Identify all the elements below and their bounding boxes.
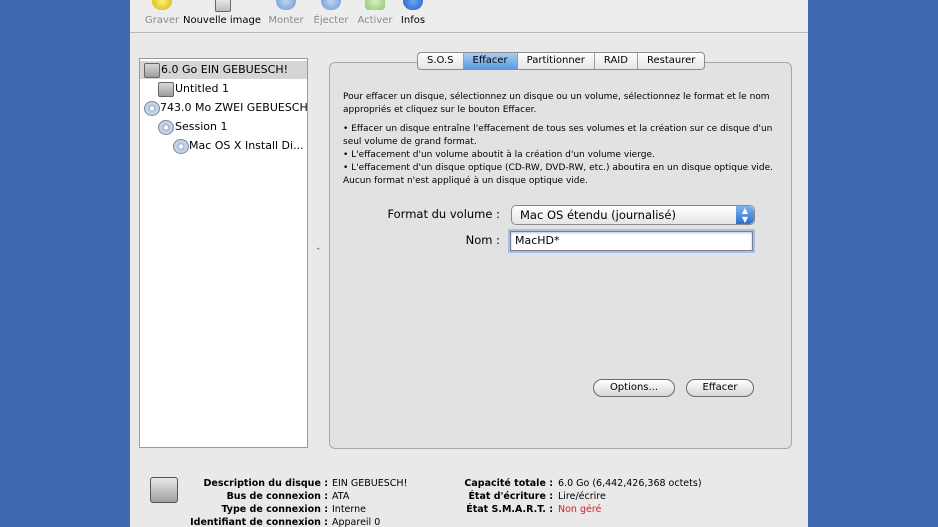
info-icon: [403, 0, 423, 10]
enable-journaling-label: Activer: [357, 15, 393, 26]
new-image-icon: [215, 0, 231, 12]
new-image-button[interactable]: Nouvelle image: [182, 0, 262, 32]
smart-status-value: Non géré: [558, 504, 602, 515]
hard-disk-icon: [150, 477, 178, 503]
splitter-handle[interactable]: ˆ: [316, 248, 321, 258]
disk-list-item[interactable]: Untitled 1: [140, 80, 307, 98]
info-key: État d'écriture :: [468, 491, 553, 502]
volume-icon: [158, 82, 174, 97]
optical-disc-icon: [144, 101, 160, 116]
erase-description: Pour effacer un disque, sélectionnez un …: [343, 91, 783, 188]
info-key: Identifiant de connexion :: [190, 517, 328, 527]
mount-button[interactable]: Monter: [266, 0, 306, 32]
burn-icon: [152, 0, 172, 10]
info-key: Bus de connexion :: [226, 491, 328, 502]
toolbar: Graver Nouvelle image Monter Éjecter Act…: [130, 0, 808, 33]
tab-restore[interactable]: Restaurer: [638, 53, 704, 69]
eject-label: Éjecter: [313, 15, 349, 26]
mount-label: Monter: [268, 15, 304, 26]
info-button[interactable]: Infos: [396, 0, 430, 32]
info-key: État S.M.A.R.T. :: [466, 504, 553, 515]
disk-list-item[interactable]: 6.0 Go EIN GEBUESCH!: [140, 61, 307, 79]
tab-bar: S.O.S Effacer Partitionner RAID Restaure…: [417, 52, 706, 70]
enable-journaling-icon: [365, 0, 385, 10]
disk-list-item-label: Session 1: [175, 120, 228, 133]
erase-bullet: • Effacer un disque entraîne l'effacemen…: [343, 124, 773, 147]
eject-icon: [321, 0, 341, 10]
tab-erase[interactable]: Effacer: [463, 53, 518, 69]
info-key: Type de connexion :: [221, 504, 328, 515]
disk-list-item-label: Mac OS X Install Di...: [189, 139, 304, 152]
mount-icon: [276, 0, 296, 10]
erase-button[interactable]: Effacer: [686, 379, 754, 397]
eject-button[interactable]: Éjecter: [310, 0, 352, 32]
name-field[interactable]: MacHD*: [510, 231, 753, 251]
disk-list[interactable]: 6.0 Go EIN GEBUESCH! Untitled 1 743.0 Mo…: [139, 58, 308, 448]
format-select[interactable]: Mac OS étendu (journalisé) ▲ ▼: [511, 205, 755, 225]
info-value: Interne: [332, 504, 366, 515]
disk-list-item-label: Untitled 1: [175, 82, 230, 95]
options-button[interactable]: Options...: [593, 379, 675, 397]
info-value: Appareil 0: [332, 517, 381, 527]
info-value: Lire/écrire: [558, 491, 606, 502]
tab-partition[interactable]: Partitionner: [518, 53, 595, 69]
info-value: 6.0 Go (6,442,426,368 octets): [558, 478, 702, 489]
format-select-value: Mac OS étendu (journalisé): [520, 208, 676, 222]
disk-list-item[interactable]: Mac OS X Install Di...: [140, 137, 307, 155]
erase-panel: Pour effacer un disque, sélectionnez un …: [329, 62, 792, 449]
up-down-arrows-icon: ▲ ▼: [736, 206, 754, 224]
info-label: Infos: [400, 15, 426, 26]
hard-disk-icon: [144, 63, 160, 78]
name-field-value: MacHD*: [515, 234, 560, 247]
burn-button[interactable]: Graver: [140, 0, 184, 32]
tab-raid[interactable]: RAID: [595, 53, 638, 69]
disk-list-item[interactable]: Session 1: [140, 118, 307, 136]
erase-bullet: • L'effacement d'un disque optique (CD-R…: [343, 163, 774, 186]
disk-list-item-label: 6.0 Go EIN GEBUESCH!: [161, 63, 289, 76]
info-key: Description du disque :: [203, 478, 328, 489]
erase-intro: Pour effacer un disque, sélectionnez un …: [343, 92, 770, 115]
burn-label: Graver: [144, 15, 180, 26]
info-value: ATA: [332, 491, 350, 502]
enable-journaling-button[interactable]: Activer: [354, 0, 396, 32]
info-value: EIN GEBUESCH!: [332, 478, 408, 489]
new-image-label: Nouvelle image: [182, 15, 262, 26]
optical-disc-icon: [158, 120, 174, 135]
disk-utility-window: Graver Nouvelle image Monter Éjecter Act…: [130, 0, 808, 527]
disk-list-item[interactable]: 743.0 Mo ZWEI GEBUESCH!: [140, 99, 307, 117]
info-key: Capacité totale :: [464, 478, 553, 489]
erase-bullet: • L'effacement d'un volume aboutit à la …: [343, 150, 655, 160]
name-label: Nom :: [465, 233, 500, 247]
disk-list-item-label: 743.0 Mo ZWEI GEBUESCH!: [160, 101, 307, 114]
format-label: Format du volume :: [387, 207, 500, 221]
optical-disc-icon: [173, 139, 189, 154]
tab-first-aid[interactable]: S.O.S: [418, 53, 464, 69]
